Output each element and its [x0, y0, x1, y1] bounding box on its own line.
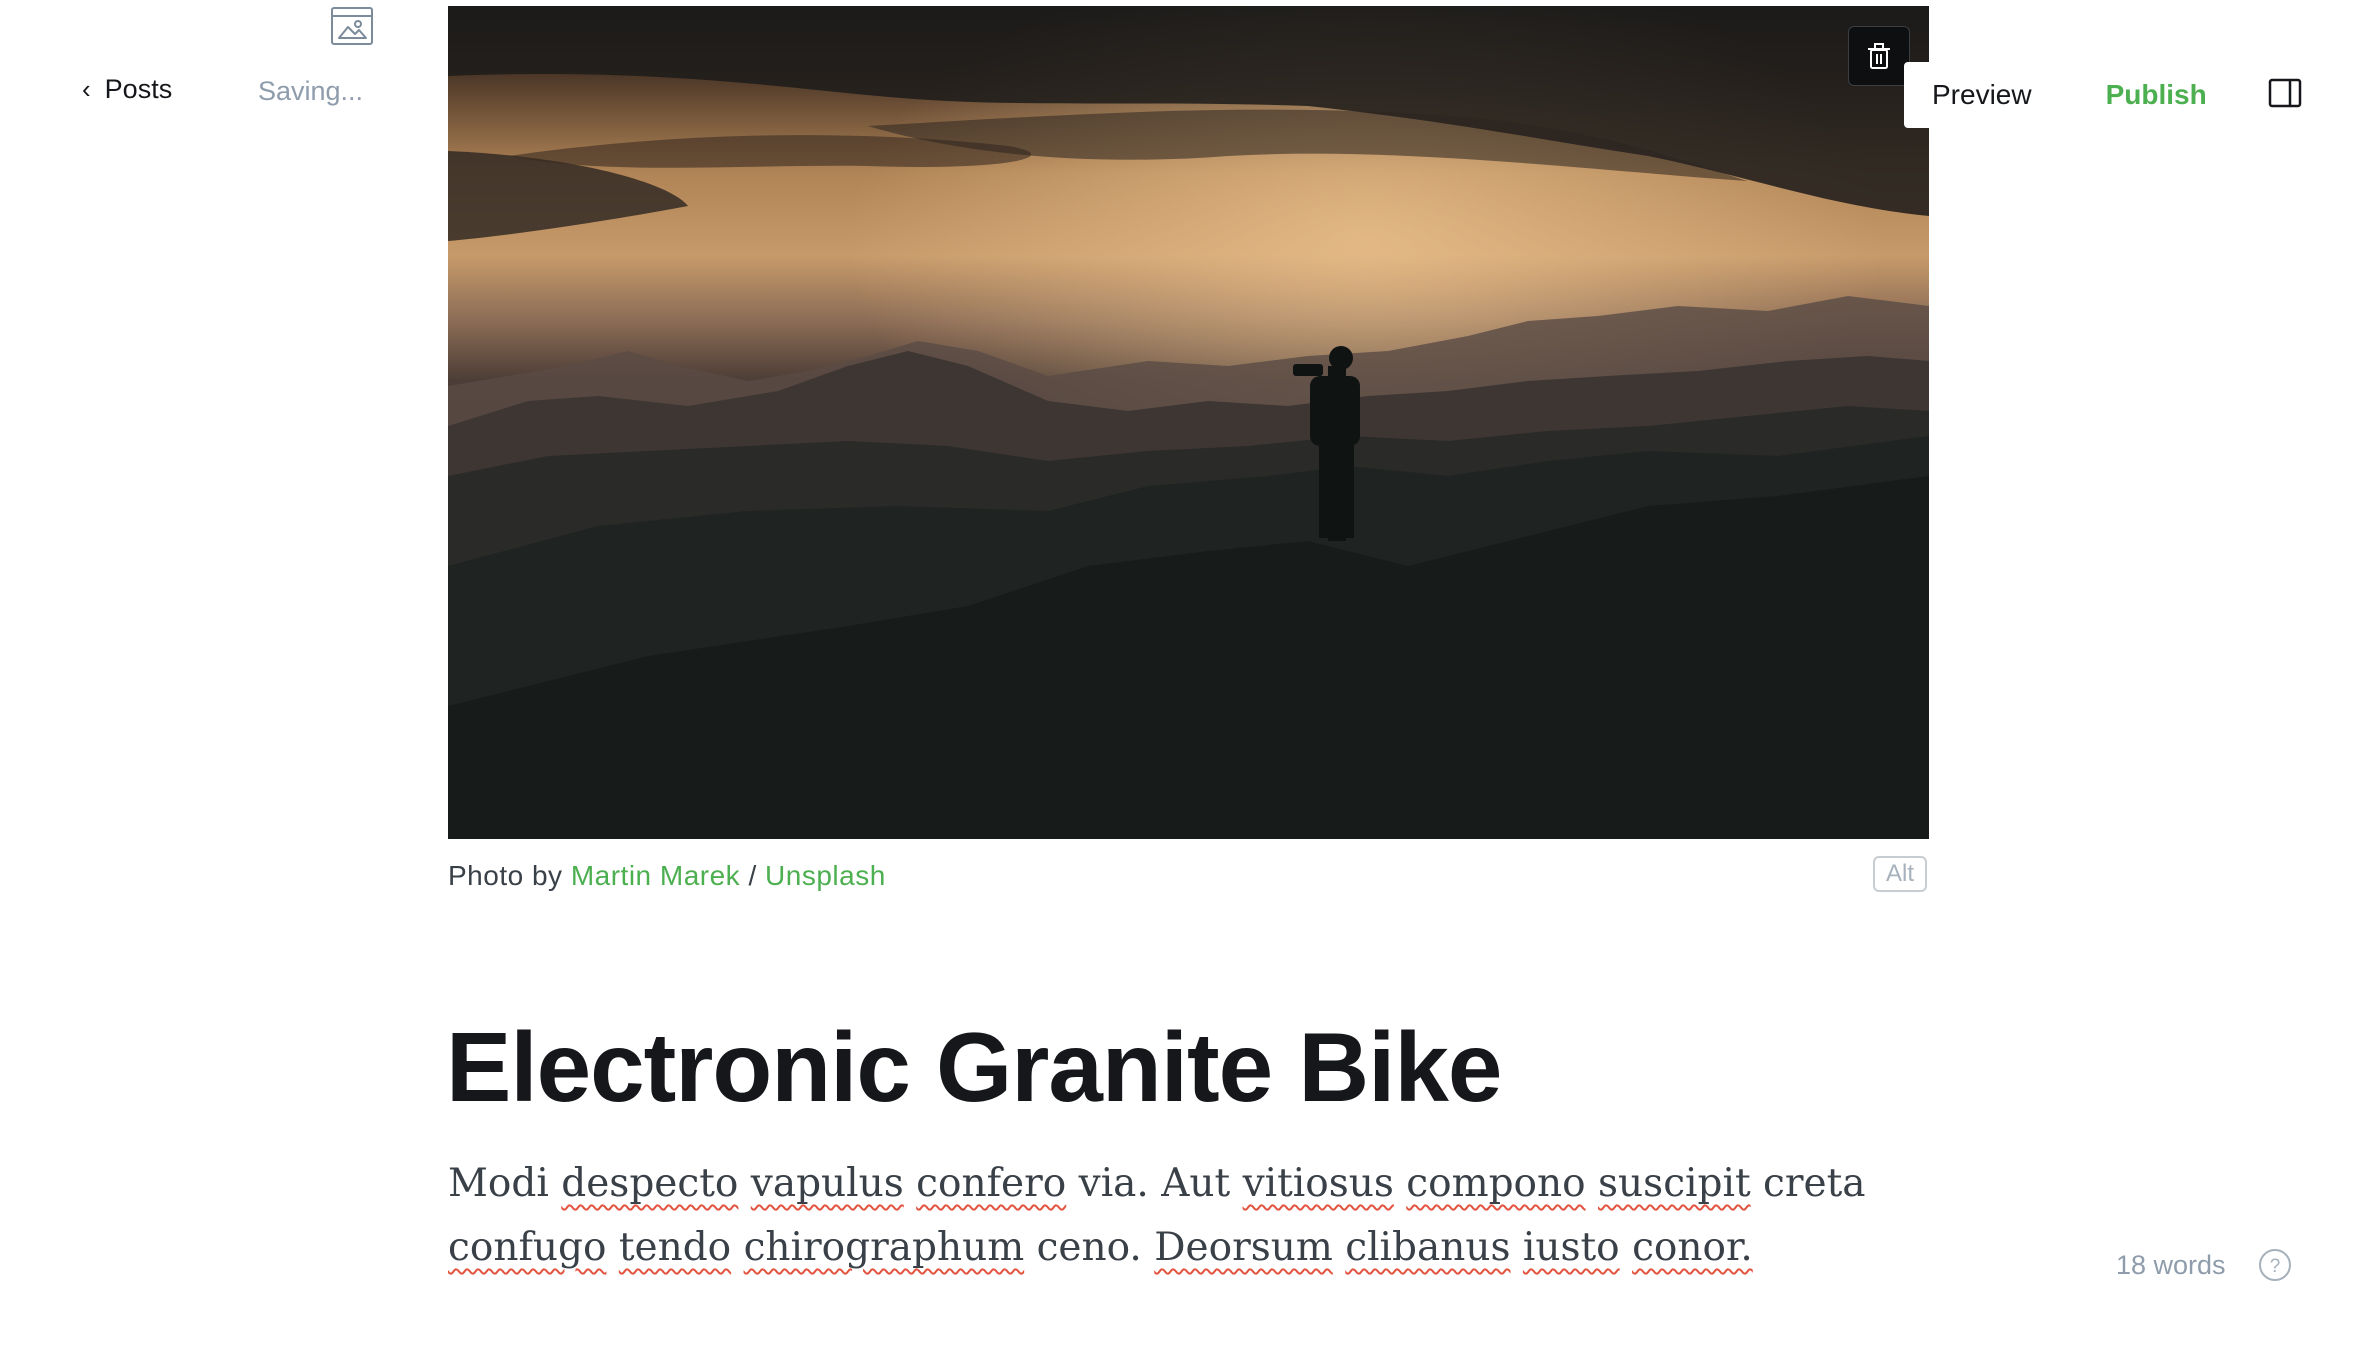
caption-prefix: Photo by	[448, 860, 563, 891]
post-title[interactable]: Electronic Granite Bike	[446, 1013, 1946, 1122]
body-word: vitiosus	[1242, 1161, 1394, 1206]
body-word: Aut	[1161, 1161, 1231, 1206]
save-status: Saving...	[258, 76, 364, 106]
preview-button[interactable]: Preview	[1904, 79, 2062, 111]
body-word: compono	[1406, 1161, 1586, 1206]
image-caption[interactable]: Photo by Martin Marek / Unsplash	[448, 860, 886, 892]
body-word: clibanus	[1345, 1225, 1511, 1270]
trash-icon	[1868, 43, 1890, 69]
body-word: creta	[1763, 1161, 1866, 1206]
body-word: vapulus	[750, 1161, 904, 1206]
body-word: despecto	[561, 1161, 739, 1206]
body-word: tendo	[618, 1225, 732, 1270]
image-icon[interactable]	[330, 6, 374, 46]
publish-button[interactable]: Publish	[2062, 79, 2227, 111]
header-actions: Preview Publish	[1904, 62, 2227, 128]
editor-page: ‹ Posts Saving... Preview Publish Photo …	[0, 0, 2374, 1360]
back-to-posts-link[interactable]: ‹ Posts	[82, 74, 172, 105]
body-word: Deorsum	[1154, 1225, 1333, 1270]
body-word: chirographum	[743, 1225, 1025, 1270]
caption-separator: /	[748, 860, 757, 891]
body-word: via.	[1078, 1161, 1149, 1206]
word-count: 18 words	[2116, 1250, 2226, 1280]
feature-image[interactable]	[448, 6, 1929, 839]
source-link[interactable]: Unsplash	[765, 860, 886, 891]
body-word: iusto	[1522, 1225, 1620, 1270]
sidebar-toggle-icon[interactable]	[2268, 78, 2302, 108]
svg-text:?: ?	[2270, 1256, 2281, 1277]
body-word: ceno.	[1036, 1225, 1142, 1270]
body-word: conor.	[1632, 1225, 1753, 1270]
author-link[interactable]: Martin Marek	[571, 860, 740, 891]
body-word: Modi	[448, 1161, 549, 1206]
help-circle-icon[interactable]: ?	[2258, 1248, 2292, 1282]
chevron-left-icon: ‹	[82, 73, 91, 104]
back-label: Posts	[104, 74, 173, 104]
body-word: confero	[916, 1161, 1067, 1206]
body-word: confugo	[448, 1225, 607, 1270]
delete-image-button[interactable]	[1848, 26, 1910, 86]
body-word: suscipit	[1598, 1161, 1751, 1206]
feature-photo	[448, 6, 1929, 839]
alt-text-button[interactable]: Alt	[1873, 856, 1927, 892]
post-body[interactable]: Modi despecto vapulus confero via. Aut v…	[448, 1152, 1938, 1280]
